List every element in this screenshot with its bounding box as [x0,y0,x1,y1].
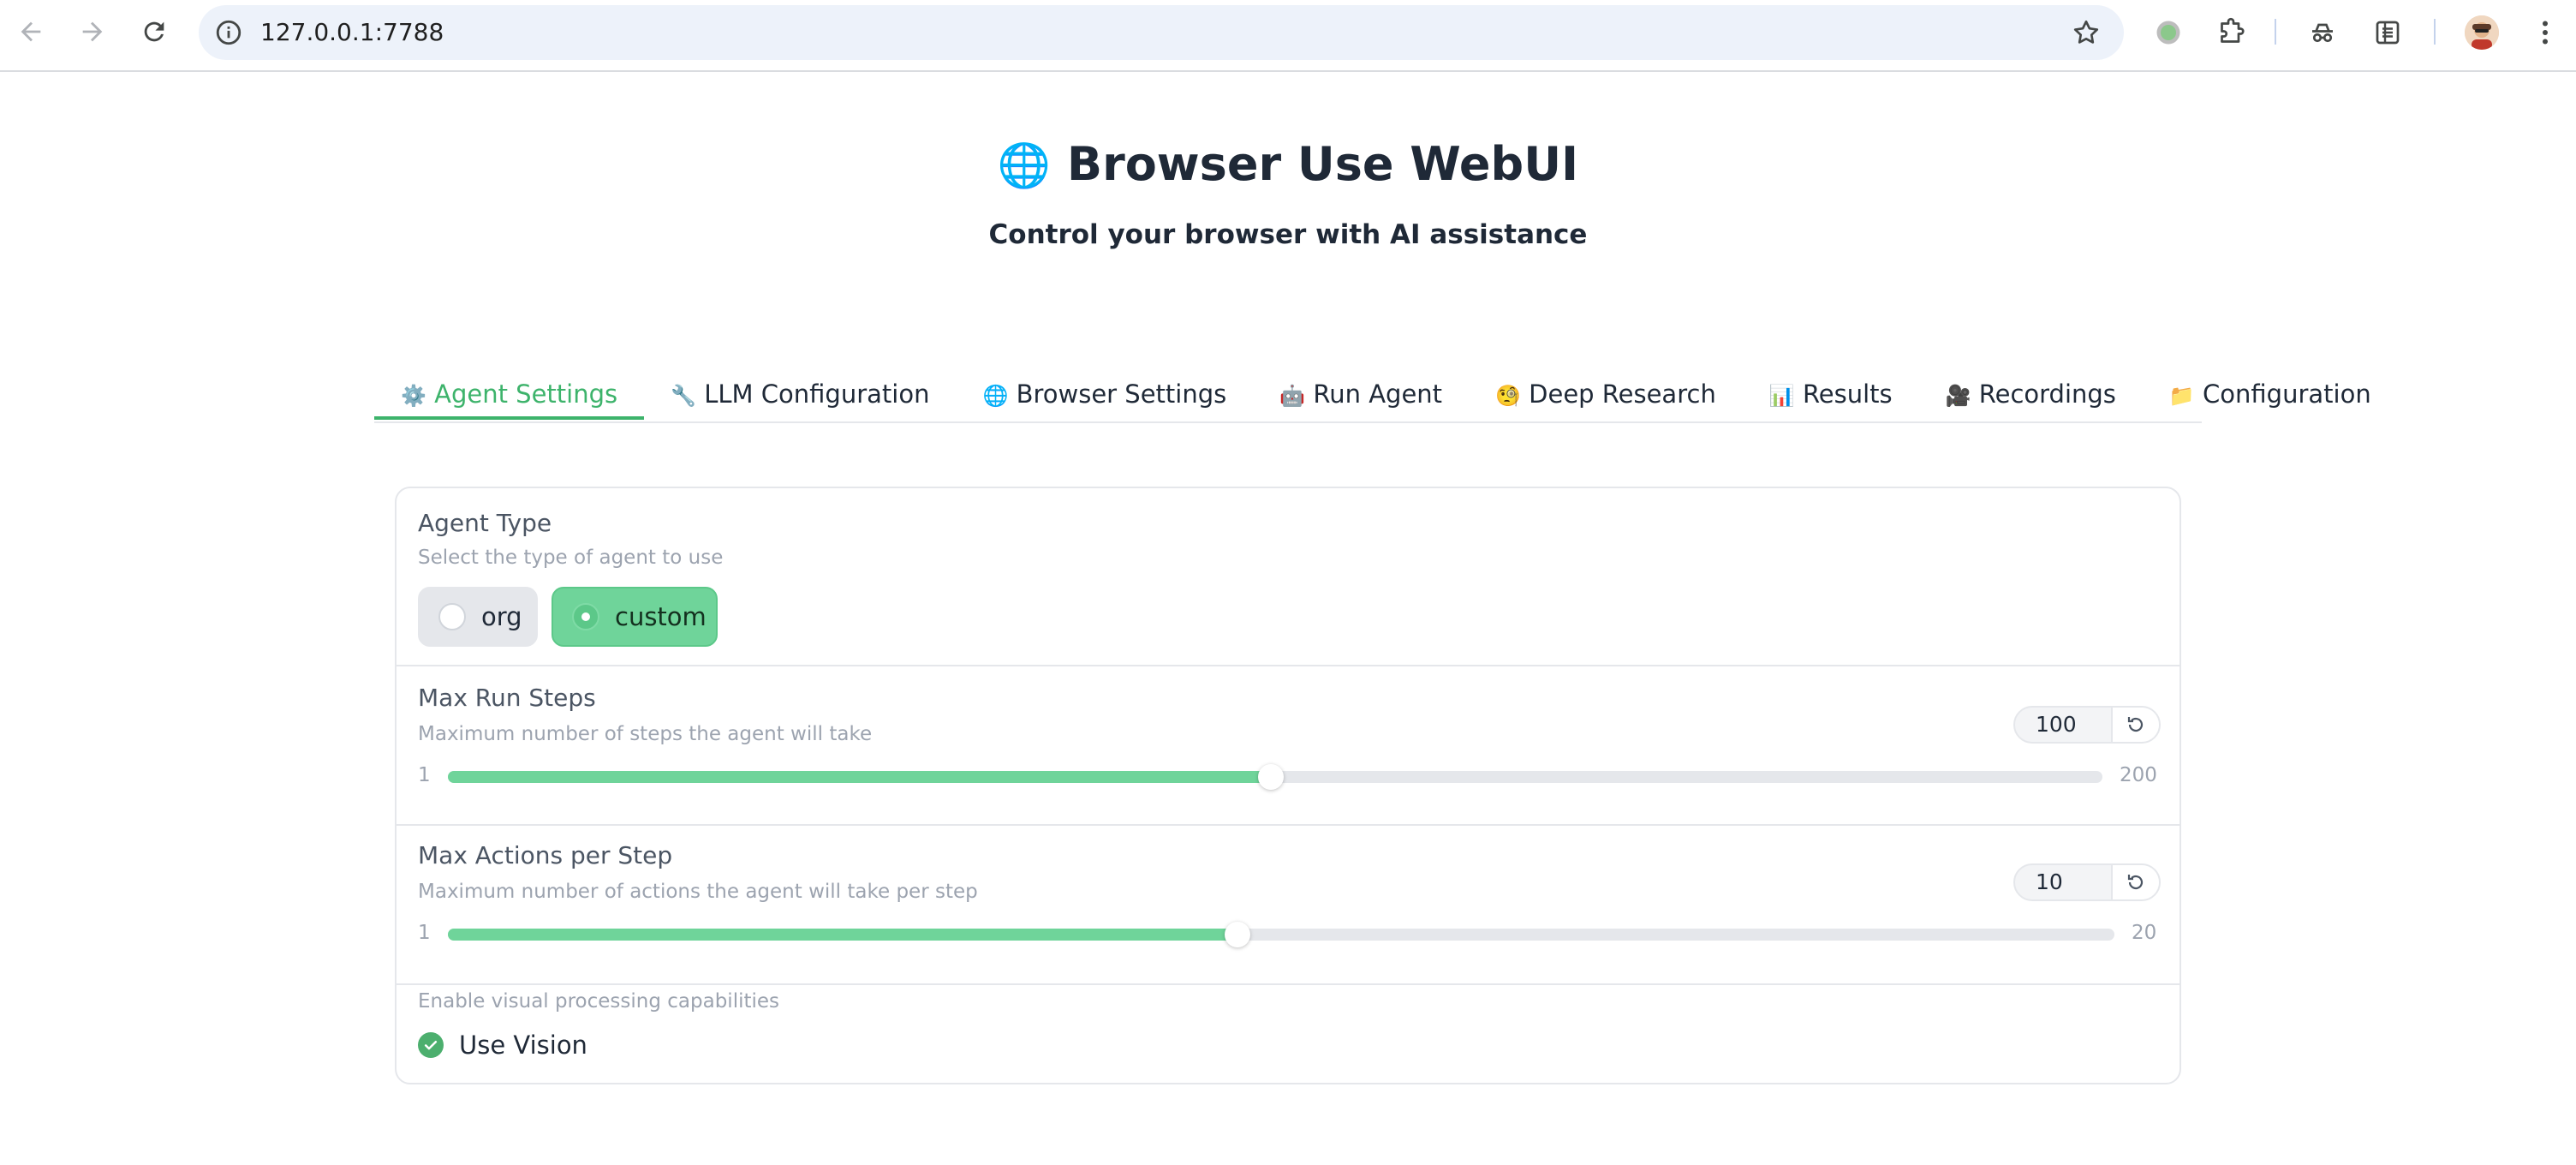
extension-status-icon[interactable] [2151,15,2185,50]
tab-label: Recordings [1978,379,2116,409]
page-title-text: Browser Use WebUI [1066,137,1579,191]
reload-icon[interactable] [137,15,171,49]
agent-settings-panel: Agent Type Select the type of agent to u… [395,487,2181,1084]
reset-icon[interactable] [2113,865,2159,899]
folder-icon: 📁 [2168,384,2195,408]
radio-unchecked-icon [438,603,466,630]
back-arrow-icon[interactable] [14,15,48,49]
tab-label: Deep Research [1529,379,1716,409]
tab-label: Browser Settings [1016,379,1227,409]
video-camera-icon: 🎥 [1945,384,1971,408]
menu-kebab-icon[interactable] [2528,15,2562,50]
tab-agent-settings[interactable]: ⚙️ Agent Settings [374,379,645,420]
page-title: 🌐 Browser Use WebUI [0,137,2576,191]
max-actions-input[interactable]: 10 [2015,865,2113,899]
checkbox-checked-icon[interactable] [418,1032,444,1058]
max-actions-slider[interactable] [448,922,2114,947]
radio-label: custom [615,602,707,631]
agent-type-option-org[interactable]: org [418,587,538,647]
browser-toolbar: 127.0.0.1:7788 [0,0,2576,72]
tab-bar: ⚙️ Agent Settings 🔧 LLM Configuration 🌐 … [374,379,2371,423]
bar-chart-icon: 📊 [1768,384,1795,408]
max-actions-info: Maximum number of actions the agent will… [418,881,978,903]
agent-type-section: Agent Type Select the type of agent to u… [397,488,2179,665]
reading-list-icon[interactable] [2370,15,2405,50]
agent-type-info: Select the type of agent to use [418,547,724,569]
tab-label: Agent Settings [434,379,618,409]
use-vision-checkbox-row[interactable]: Use Vision [418,1030,587,1060]
slider-thumb[interactable] [1224,922,1250,947]
wrench-icon: 🔧 [671,384,697,408]
tab-recordings[interactable]: 🎥 Recordings [1919,379,2143,420]
max-run-steps-input[interactable]: 100 [2015,708,2113,742]
globe-icon: 🌐 [982,384,1009,408]
address-bar[interactable]: 127.0.0.1:7788 [199,5,2124,60]
toolbar-divider [2434,19,2436,45]
forward-arrow-icon[interactable] [75,15,110,49]
tab-label: Run Agent [1313,379,1443,409]
toolbar-divider [2275,19,2276,45]
page-content: 🌐 Browser Use WebUI Control your browser… [0,72,2576,1165]
slider-thumb[interactable] [1258,764,1285,790]
robot-icon: 🤖 [1279,384,1306,408]
tab-browser-settings[interactable]: 🌐 Browser Settings [956,379,1253,420]
use-vision-label: Use Vision [459,1031,587,1060]
url-text[interactable]: 127.0.0.1:7788 [260,5,444,60]
bookmark-star-icon[interactable] [2071,17,2102,48]
max-run-steps-section: Max Run Steps Maximum number of steps th… [397,666,2179,824]
tab-deep-research[interactable]: 🧐 Deep Research [1469,379,1743,420]
reset-icon[interactable] [2113,708,2159,742]
tab-llm-configuration[interactable]: 🔧 LLM Configuration [644,379,956,420]
agent-type-label: Agent Type [418,509,552,537]
slider-fill [448,929,1237,941]
thinking-face-icon: 🧐 [1495,384,1521,408]
tab-run-agent[interactable]: 🤖 Run Agent [1253,379,1469,420]
radio-checked-icon [572,603,599,630]
range-min: 1 [418,922,431,944]
globe-icon: 🌐 [997,140,1052,190]
tab-results[interactable]: 📊 Results [1743,379,1919,420]
section-divider [397,983,2179,985]
tab-label: Configuration [2203,379,2371,409]
max-actions-label: Max Actions per Step [418,841,673,869]
slider-fill [448,771,1272,783]
max-run-steps-label: Max Run Steps [418,684,596,712]
max-run-steps-slider[interactable] [448,764,2102,790]
gear-icon: ⚙️ [401,384,426,408]
site-info-icon[interactable] [214,18,243,47]
max-run-steps-info: Maximum number of steps the agent will t… [418,723,873,745]
incognito-icon[interactable] [2305,15,2340,50]
tab-label: LLM Configuration [704,379,930,409]
extensions-puzzle-icon[interactable] [2214,15,2248,50]
agent-type-option-custom[interactable]: custom [552,587,718,647]
max-actions-section: Max Actions per Step Maximum number of a… [397,826,2179,983]
max-run-steps-number: 100 [2013,706,2161,744]
tab-configuration[interactable]: 📁 Configuration [2143,379,2398,420]
page-subtitle: Control your browser with AI assistance [988,219,1588,250]
range-max: 20 [2132,922,2157,944]
range-min: 1 [418,764,431,786]
tab-label: Results [1802,379,1893,409]
use-vision-info: Enable visual processing capabilities [418,990,780,1013]
max-actions-number: 10 [2013,863,2161,901]
profile-avatar[interactable] [2465,15,2499,50]
radio-label: org [481,602,522,631]
range-max: 200 [2120,764,2157,786]
